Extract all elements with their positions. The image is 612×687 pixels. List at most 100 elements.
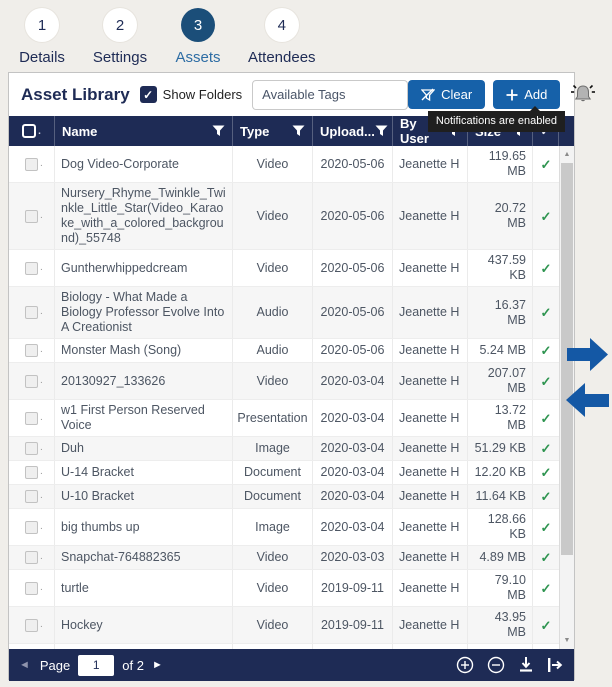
move-left-arrow-icon[interactable] xyxy=(565,382,609,418)
asset-name-cell[interactable]: 20130927_133626 xyxy=(55,363,233,399)
row-checkbox-cell[interactable] xyxy=(9,485,55,508)
table-row[interactable]: U-10 Bracket Document 2020-03-04 Jeanett… xyxy=(9,485,559,509)
previous-page-icon[interactable]: ◄ xyxy=(19,659,30,671)
table-row[interactable]: turtle Video 2019-09-11 Jeanette H 79.10… xyxy=(9,570,559,607)
page-number-input[interactable] xyxy=(78,655,114,676)
asset-byuser-cell: Jeanette H xyxy=(393,400,468,436)
asset-name-cell[interactable]: Biology - What Made a Biology Professor … xyxy=(55,287,233,338)
download-icon[interactable] xyxy=(518,656,534,674)
table-row[interactable]: Monster Mash (Song) Audio 2020-05-06 Jea… xyxy=(9,339,559,363)
row-checkbox[interactable] xyxy=(25,375,38,388)
row-checkbox[interactable] xyxy=(25,521,38,534)
step-number[interactable]: 4 xyxy=(265,8,299,42)
asset-name-cell[interactable]: turtle xyxy=(55,570,233,606)
table-row[interactable]: Culver Academy Video 2019-09-11 Jeanette… xyxy=(9,644,559,649)
row-checkbox[interactable] xyxy=(25,344,38,357)
asset-byuser-cell: Jeanette H xyxy=(393,250,468,286)
wizard-step[interactable]: 1 Details xyxy=(14,8,70,66)
wizard-step[interactable]: 4 Attendees xyxy=(248,8,316,66)
table-row[interactable]: Nursery_Rhyme_Twinkle_Twinkle_Little_Sta… xyxy=(9,183,559,250)
row-checkbox-cell[interactable] xyxy=(9,461,55,484)
table-row[interactable]: Duh Image 2020-03-04 Jeanette H 51.29 KB… xyxy=(9,437,559,461)
filter-icon[interactable] xyxy=(375,125,388,137)
table-row[interactable]: 20130927_133626 Video 2020-03-04 Jeanett… xyxy=(9,363,559,400)
asset-name-cell[interactable]: Culver Academy xyxy=(55,644,233,649)
row-checkbox[interactable] xyxy=(25,619,38,632)
row-checkbox-cell[interactable] xyxy=(9,644,55,649)
row-checkbox-cell[interactable] xyxy=(9,400,55,436)
step-number[interactable]: 1 xyxy=(25,8,59,42)
asset-published-cell: ✓ xyxy=(533,250,559,286)
asset-upload-date-cell: 2020-03-04 xyxy=(313,461,393,484)
filter-icon[interactable] xyxy=(212,125,225,137)
asset-name-cell[interactable]: Duh xyxy=(55,437,233,460)
asset-name-cell[interactable]: U-10 Bracket xyxy=(55,485,233,508)
row-checkbox-cell[interactable] xyxy=(9,509,55,545)
table-row[interactable]: w1 First Person Reserved Voice Presentat… xyxy=(9,400,559,437)
row-checkbox[interactable] xyxy=(25,306,38,319)
step-number[interactable]: 3 xyxy=(181,8,215,42)
clear-button[interactable]: Clear xyxy=(408,80,485,109)
row-checkbox-cell[interactable] xyxy=(9,339,55,362)
row-checkbox-cell[interactable] xyxy=(9,250,55,286)
asset-rows: Dog Video-Corporate Video 2020-05-06 Jea… xyxy=(9,146,559,649)
row-checkbox-cell[interactable] xyxy=(9,570,55,606)
asset-published-cell: ✓ xyxy=(533,546,559,569)
asset-name-cell[interactable]: big thumbs up xyxy=(55,509,233,545)
available-tags-input[interactable] xyxy=(252,80,408,110)
filter-icon[interactable] xyxy=(292,125,305,137)
row-checkbox[interactable] xyxy=(25,262,38,275)
table-row[interactable]: Dog Video-Corporate Video 2020-05-06 Jea… xyxy=(9,146,559,183)
asset-name-cell[interactable]: Snapchat-764882365 xyxy=(55,546,233,569)
row-checkbox-cell[interactable] xyxy=(9,546,55,569)
wizard-step[interactable]: 3 Assets xyxy=(170,8,226,66)
asset-name-cell[interactable]: Hockey xyxy=(55,607,233,643)
add-button[interactable]: Add xyxy=(493,80,560,109)
row-checkbox[interactable] xyxy=(25,442,38,455)
panel-title: Asset Library xyxy=(21,85,130,105)
next-page-icon[interactable]: ► xyxy=(152,659,163,671)
asset-name-cell[interactable]: Monster Mash (Song) xyxy=(55,339,233,362)
column-header-name[interactable]: Name xyxy=(55,116,233,146)
table-row[interactable]: Guntherwhippedcream Video 2020-05-06 Jea… xyxy=(9,250,559,287)
table-row[interactable]: Hockey Video 2019-09-11 Jeanette H 43.95… xyxy=(9,607,559,644)
asset-name-cell[interactable]: Nursery_Rhyme_Twinkle_Twinkle_Little_Sta… xyxy=(55,183,233,249)
select-all-checkbox[interactable] xyxy=(22,124,36,138)
zoom-in-icon[interactable] xyxy=(456,656,474,674)
table-row[interactable]: Biology - What Made a Biology Professor … xyxy=(9,287,559,339)
page-label: Page xyxy=(40,658,70,673)
row-checkbox[interactable] xyxy=(25,490,38,503)
table-row[interactable]: U-14 Bracket Document 2020-03-04 Jeanett… xyxy=(9,461,559,485)
scroll-down-icon[interactable]: ▼ xyxy=(560,633,574,648)
row-checkbox-cell[interactable] xyxy=(9,363,55,399)
move-right-arrow-icon[interactable] xyxy=(567,337,609,372)
asset-name-cell[interactable]: Dog Video-Corporate xyxy=(55,146,233,182)
asset-name-cell[interactable]: U-14 Bracket xyxy=(55,461,233,484)
column-header-type[interactable]: Type xyxy=(233,116,313,146)
step-number[interactable]: 2 xyxy=(103,8,137,42)
row-checkbox-cell[interactable] xyxy=(9,287,55,338)
row-checkbox[interactable] xyxy=(25,210,38,223)
zoom-out-icon[interactable] xyxy=(487,656,505,674)
row-checkbox-cell[interactable] xyxy=(9,183,55,249)
row-checkbox[interactable] xyxy=(25,466,38,479)
row-checkbox-cell[interactable] xyxy=(9,607,55,643)
show-folders-checkbox[interactable]: ✓ xyxy=(140,86,157,103)
asset-name-cell[interactable]: Guntherwhippedcream xyxy=(55,250,233,286)
scroll-up-icon[interactable]: ▲ xyxy=(560,147,574,162)
select-all-cell[interactable]: . xyxy=(9,116,55,146)
table-row[interactable]: Snapchat-764882365 Video 2020-03-03 Jean… xyxy=(9,546,559,570)
row-checkbox-cell[interactable] xyxy=(9,437,55,460)
row-checkbox[interactable] xyxy=(25,551,38,564)
table-row[interactable]: big thumbs up Image 2020-03-04 Jeanette … xyxy=(9,509,559,546)
wizard-step[interactable]: 2 Settings xyxy=(92,8,148,66)
row-checkbox[interactable] xyxy=(25,158,38,171)
notifications-bell-icon[interactable] xyxy=(569,82,597,108)
published-check-icon: ✓ xyxy=(541,465,552,480)
export-icon[interactable] xyxy=(547,656,564,674)
column-header-upload[interactable]: Upload... xyxy=(313,116,393,146)
row-checkbox-cell[interactable] xyxy=(9,146,55,182)
asset-name-cell[interactable]: w1 First Person Reserved Voice xyxy=(55,400,233,436)
row-checkbox[interactable] xyxy=(25,412,38,425)
row-checkbox[interactable] xyxy=(25,582,38,595)
